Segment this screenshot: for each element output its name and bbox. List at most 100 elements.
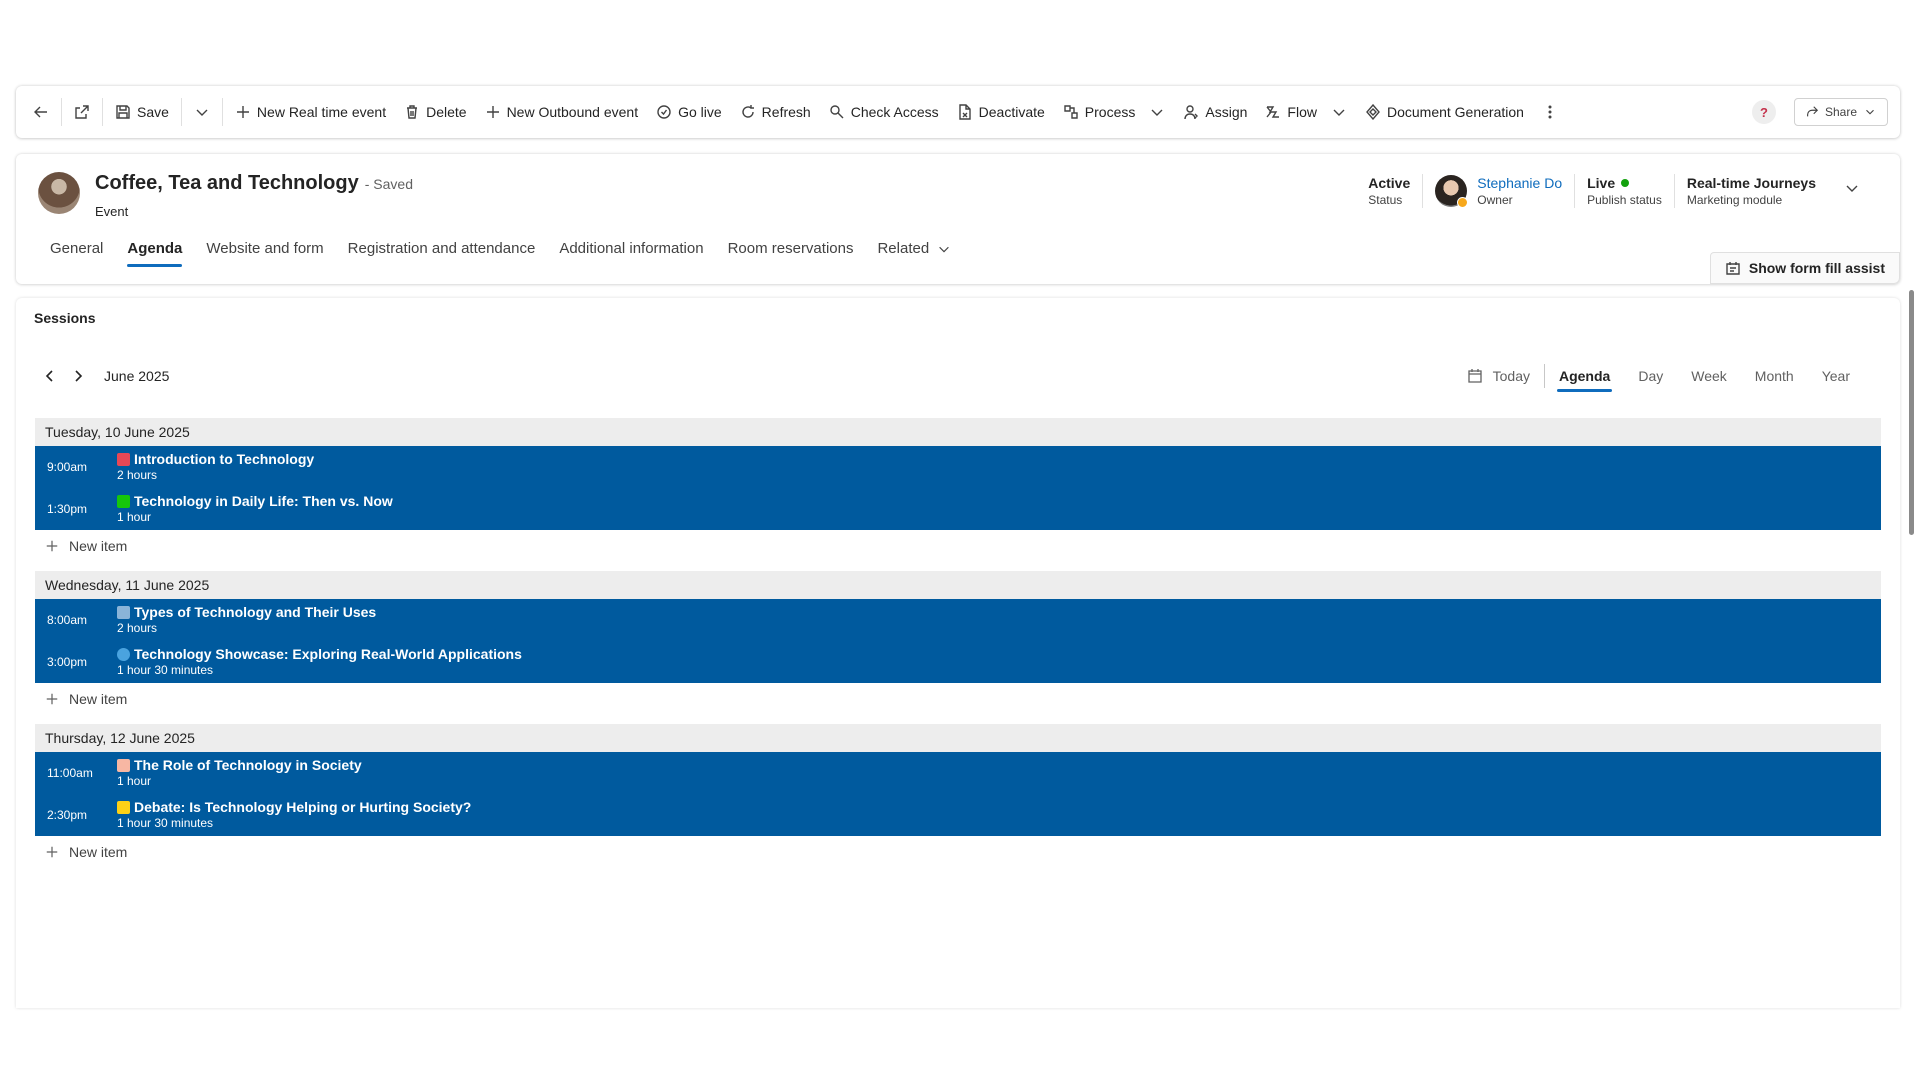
check-mark-emoji-icon	[117, 495, 130, 508]
header-fields: Active Status Stephanie Do Owner Live Pu…	[1356, 174, 1872, 208]
divider	[180, 98, 182, 126]
refresh-icon	[741, 105, 754, 118]
tab-related[interactable]: Related	[865, 240, 963, 267]
view-year[interactable]: Year	[1808, 364, 1864, 388]
current-month-label: June 2025	[104, 368, 170, 384]
divider	[102, 98, 103, 126]
event-time: 11:00am	[47, 766, 93, 780]
help-button[interactable]: ?	[1751, 100, 1776, 124]
event-duration: 1 hour	[117, 774, 152, 788]
go-live-button[interactable]: Go live	[647, 94, 731, 130]
today-button[interactable]: Today	[1463, 364, 1545, 388]
key-search-icon	[830, 105, 844, 119]
refresh-label: Refresh	[761, 104, 811, 120]
share-label: Share	[1824, 105, 1857, 119]
tab-additional-information[interactable]: Additional information	[547, 240, 715, 267]
delete-button[interactable]: Delete	[395, 94, 475, 130]
new-item-label: New item	[69, 538, 128, 554]
owner-name-link[interactable]: Stephanie Do	[1477, 174, 1562, 192]
save-button[interactable]: Save	[106, 94, 178, 130]
more-commands-button[interactable]	[1533, 94, 1567, 130]
owner-field[interactable]: Stephanie Do Owner	[1422, 174, 1574, 208]
new-item-button[interactable]: New item	[35, 836, 1881, 868]
publish-status-field: Live Publish status	[1574, 174, 1674, 208]
event-time: 3:00pm	[47, 655, 88, 669]
day-header: Tuesday, 10 June 2025	[35, 418, 1881, 446]
sessions-title: Sessions	[34, 310, 96, 326]
event-duration: 1 hour	[117, 510, 152, 524]
new-item-button[interactable]: New item	[35, 530, 1881, 562]
tab-website-and-form[interactable]: Website and form	[194, 240, 335, 267]
chevron-down-icon	[1333, 109, 1345, 116]
plus-icon	[486, 106, 499, 118]
event-title: Types of Technology and Their Uses	[134, 604, 377, 620]
deactivate-button[interactable]: Deactivate	[948, 94, 1054, 130]
flow-button[interactable]: Flow	[1256, 94, 1356, 130]
view-week[interactable]: Week	[1677, 364, 1741, 388]
document-generation-button[interactable]: Document Generation	[1356, 94, 1533, 130]
tab-room-reservations[interactable]: Room reservations	[716, 240, 866, 267]
today-label: Today	[1492, 368, 1530, 384]
next-month-icon[interactable]	[70, 368, 86, 384]
save-options-button[interactable]	[185, 94, 219, 130]
plus-icon	[46, 540, 58, 552]
new-item-label: New item	[69, 691, 128, 707]
day-events: 11:00am The Role of Technology in Societ…	[35, 752, 1881, 836]
event-duration: 2 hours	[117, 468, 158, 482]
tab-agenda[interactable]: Agenda	[115, 240, 194, 267]
status-field: Active Status	[1356, 174, 1422, 208]
chevron-down-icon	[1866, 109, 1874, 115]
share-button[interactable]: Share	[1793, 98, 1888, 126]
session-event[interactable]: 9:00am Introduction to Technology 2 hour…	[35, 446, 1881, 488]
document-dismiss-icon	[958, 104, 971, 120]
event-duration: 2 hours	[117, 621, 158, 635]
page-scrollbar[interactable]	[1909, 290, 1914, 535]
tab-registration-and-attendance[interactable]: Registration and attendance	[336, 240, 548, 267]
record-title-text: Coffee, Tea and Technology	[95, 172, 359, 194]
event-title: The Role of Technology in Society	[134, 757, 362, 773]
new-item-button[interactable]: New item	[35, 683, 1881, 715]
people-emoji-icon	[117, 759, 130, 772]
view-agenda[interactable]: Agenda	[1545, 364, 1624, 392]
session-event[interactable]: 1:30pm Technology in Daily Life: Then vs…	[35, 488, 1881, 530]
session-event[interactable]: 8:00am Types of Technology and Their Use…	[35, 599, 1881, 641]
expand-header-chevron-icon[interactable]	[1844, 180, 1860, 196]
plus-icon	[46, 693, 58, 705]
refresh-button[interactable]: Refresh	[731, 94, 820, 130]
day-events: 8:00am Types of Technology and Their Use…	[35, 599, 1881, 683]
document-generation-label: Document Generation	[1386, 104, 1524, 120]
process-icon	[1064, 105, 1078, 119]
event-title: Technology in Daily Life: Then vs. Now	[134, 493, 393, 509]
open-new-window-button[interactable]	[65, 94, 99, 130]
chevron-down-icon	[1151, 109, 1163, 116]
event-duration: 1 hour 30 minutes	[117, 663, 214, 677]
flow-icon	[1266, 106, 1280, 118]
tab-general[interactable]: General	[38, 240, 115, 267]
new-realtime-event-label: New Real time event	[256, 104, 387, 120]
open-in-new-window-icon	[75, 105, 89, 119]
day-header: Wednesday, 11 June 2025	[35, 571, 1881, 599]
sessions-section: Sessions June 2025 Today Agenda Day Week…	[16, 298, 1900, 1008]
session-event[interactable]: 11:00am The Role of Technology in Societ…	[35, 752, 1881, 794]
check-access-button[interactable]: Check Access	[820, 94, 948, 130]
day-header: Thursday, 12 June 2025	[35, 724, 1881, 752]
back-button[interactable]	[24, 94, 58, 130]
view-day[interactable]: Day	[1624, 364, 1677, 388]
process-button[interactable]: Process	[1054, 94, 1175, 130]
save-icon	[116, 105, 130, 119]
document-generation-icon	[1366, 104, 1380, 120]
new-item-label: New item	[69, 844, 128, 860]
record-header: Coffee, Tea and Technology - Saved Event …	[16, 154, 1900, 284]
flow-label: Flow	[1287, 104, 1317, 120]
show-form-fill-assist-button[interactable]: Show form fill assist	[1709, 252, 1900, 284]
view-month[interactable]: Month	[1741, 364, 1808, 388]
new-outbound-event-button[interactable]: New Outbound event	[476, 94, 648, 130]
save-label: Save	[137, 104, 169, 120]
previous-month-icon[interactable]	[42, 368, 58, 384]
session-event[interactable]: 2:30pm Debate: Is Technology Helping or …	[35, 794, 1881, 836]
arrow-left-icon	[34, 106, 47, 118]
assign-button[interactable]: Assign	[1174, 94, 1256, 130]
tab-related-label: Related	[877, 240, 930, 257]
session-event[interactable]: 3:00pm Technology Showcase: Exploring Re…	[35, 641, 1881, 683]
new-realtime-event-button[interactable]: New Real time event	[226, 94, 395, 130]
